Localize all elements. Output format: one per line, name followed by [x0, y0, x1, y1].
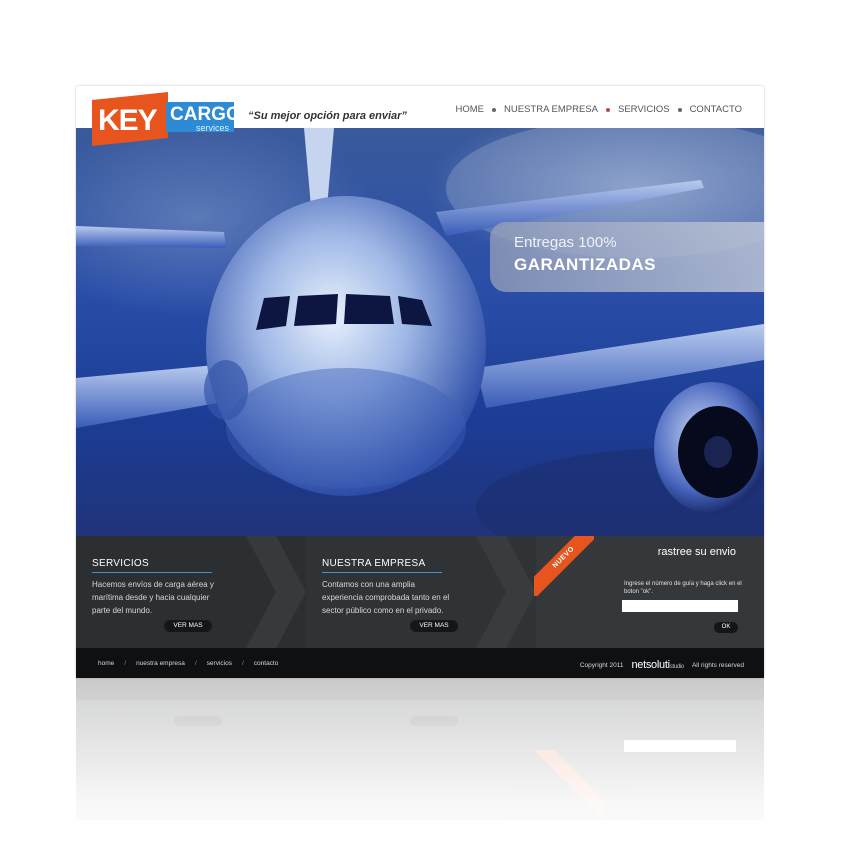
servicios-text: Hacemos envíos de carga aérea y marítima…	[92, 580, 214, 615]
nav-home[interactable]: HOME	[448, 104, 493, 115]
footer-nav: home / nuestra empresa / servicios / con…	[98, 660, 278, 667]
title-underline	[322, 572, 442, 573]
footer-credits: Copyright 2011 netsolutistudio All right…	[580, 659, 744, 671]
rights-text: All rights reserved	[691, 661, 744, 669]
badge-line-2: GARANTIZADAS	[514, 255, 656, 274]
footer-link-nuestra-empresa[interactable]: nuestra empresa	[136, 660, 185, 667]
site-header: KEY CARGO services “Su mejor opción para…	[76, 86, 764, 146]
delivery-guarantee-badge: Entregas 100% GARANTIZADAS	[490, 222, 764, 292]
credit-name: netsoluti	[631, 659, 670, 671]
logo-services-text: services	[196, 123, 230, 133]
footer-separator: /	[124, 660, 127, 667]
website-mockup: KEY CARGO services “Su mejor opción para…	[76, 86, 764, 678]
tracking-number-input[interactable]	[622, 600, 738, 612]
tracking-panel: NUEVO rastree su envio Ingrese el número…	[534, 536, 764, 648]
site-footer: home / nuestra empresa / servicios / con…	[76, 648, 764, 678]
nav-servicios[interactable]: SERVICIOS	[610, 104, 678, 115]
title-underline	[92, 572, 212, 573]
nuevo-ribbon: NUEVO	[534, 536, 594, 596]
netsolutions-credit-link[interactable]: netsolutistudio	[631, 659, 684, 671]
airplane-illustration	[76, 128, 764, 536]
chevron-decoration-icon	[476, 536, 536, 648]
reflection-fade-overlay	[76, 678, 764, 854]
main-nav: HOME NUESTRA EMPRESA SERVICIOS CONTACTO	[448, 104, 750, 115]
footer-link-contacto[interactable]: contacto	[254, 660, 279, 667]
servicios-panel: SERVICIOS Hacemos envíos de carga aérea …	[76, 536, 306, 648]
footer-link-servicios[interactable]: servicios	[207, 660, 232, 667]
empresa-text: Contamos con una amplia experiencia comp…	[322, 580, 450, 615]
badge-line-1: Entregas 100%	[514, 234, 617, 251]
hero-banner: Entregas 100% GARANTIZADAS	[76, 128, 764, 536]
empresa-panel: NUESTRA EMPRESA Contamos con una amplia …	[306, 536, 536, 648]
tracking-title: rastree su envio	[657, 546, 736, 558]
credit-suffix: studio	[669, 664, 685, 670]
chevron-decoration-icon	[246, 536, 306, 648]
footer-separator: /	[194, 660, 197, 667]
copyright-text: Copyright 2011	[579, 661, 624, 669]
footer-link-home[interactable]: home	[98, 660, 114, 667]
logo-key-text: KEY	[98, 104, 158, 137]
nav-contacto[interactable]: CONTACTO	[682, 104, 750, 115]
nav-nuestra-empresa[interactable]: NUESTRA EMPRESA	[496, 104, 606, 115]
empresa-title: NUESTRA EMPRESA	[322, 558, 426, 569]
tracking-instructions: Ingrese el número de guía y haga click e…	[624, 581, 742, 595]
footer-separator: /	[241, 660, 244, 667]
tracking-ok-button[interactable]: OK	[714, 622, 738, 633]
servicios-title: SERVICIOS	[92, 558, 149, 569]
ribbon-band	[534, 536, 594, 596]
servicios-ver-mas-button[interactable]: VER MAS	[164, 620, 212, 632]
page-reflection	[76, 678, 764, 854]
empresa-ver-mas-button[interactable]: VER MAS	[410, 620, 458, 632]
key-cargo-logo[interactable]: KEY CARGO services	[92, 92, 241, 146]
tagline: “Su mejor opción para enviar”	[248, 110, 407, 122]
info-strip: SERVICIOS Hacemos envíos de carga aérea …	[76, 536, 764, 648]
